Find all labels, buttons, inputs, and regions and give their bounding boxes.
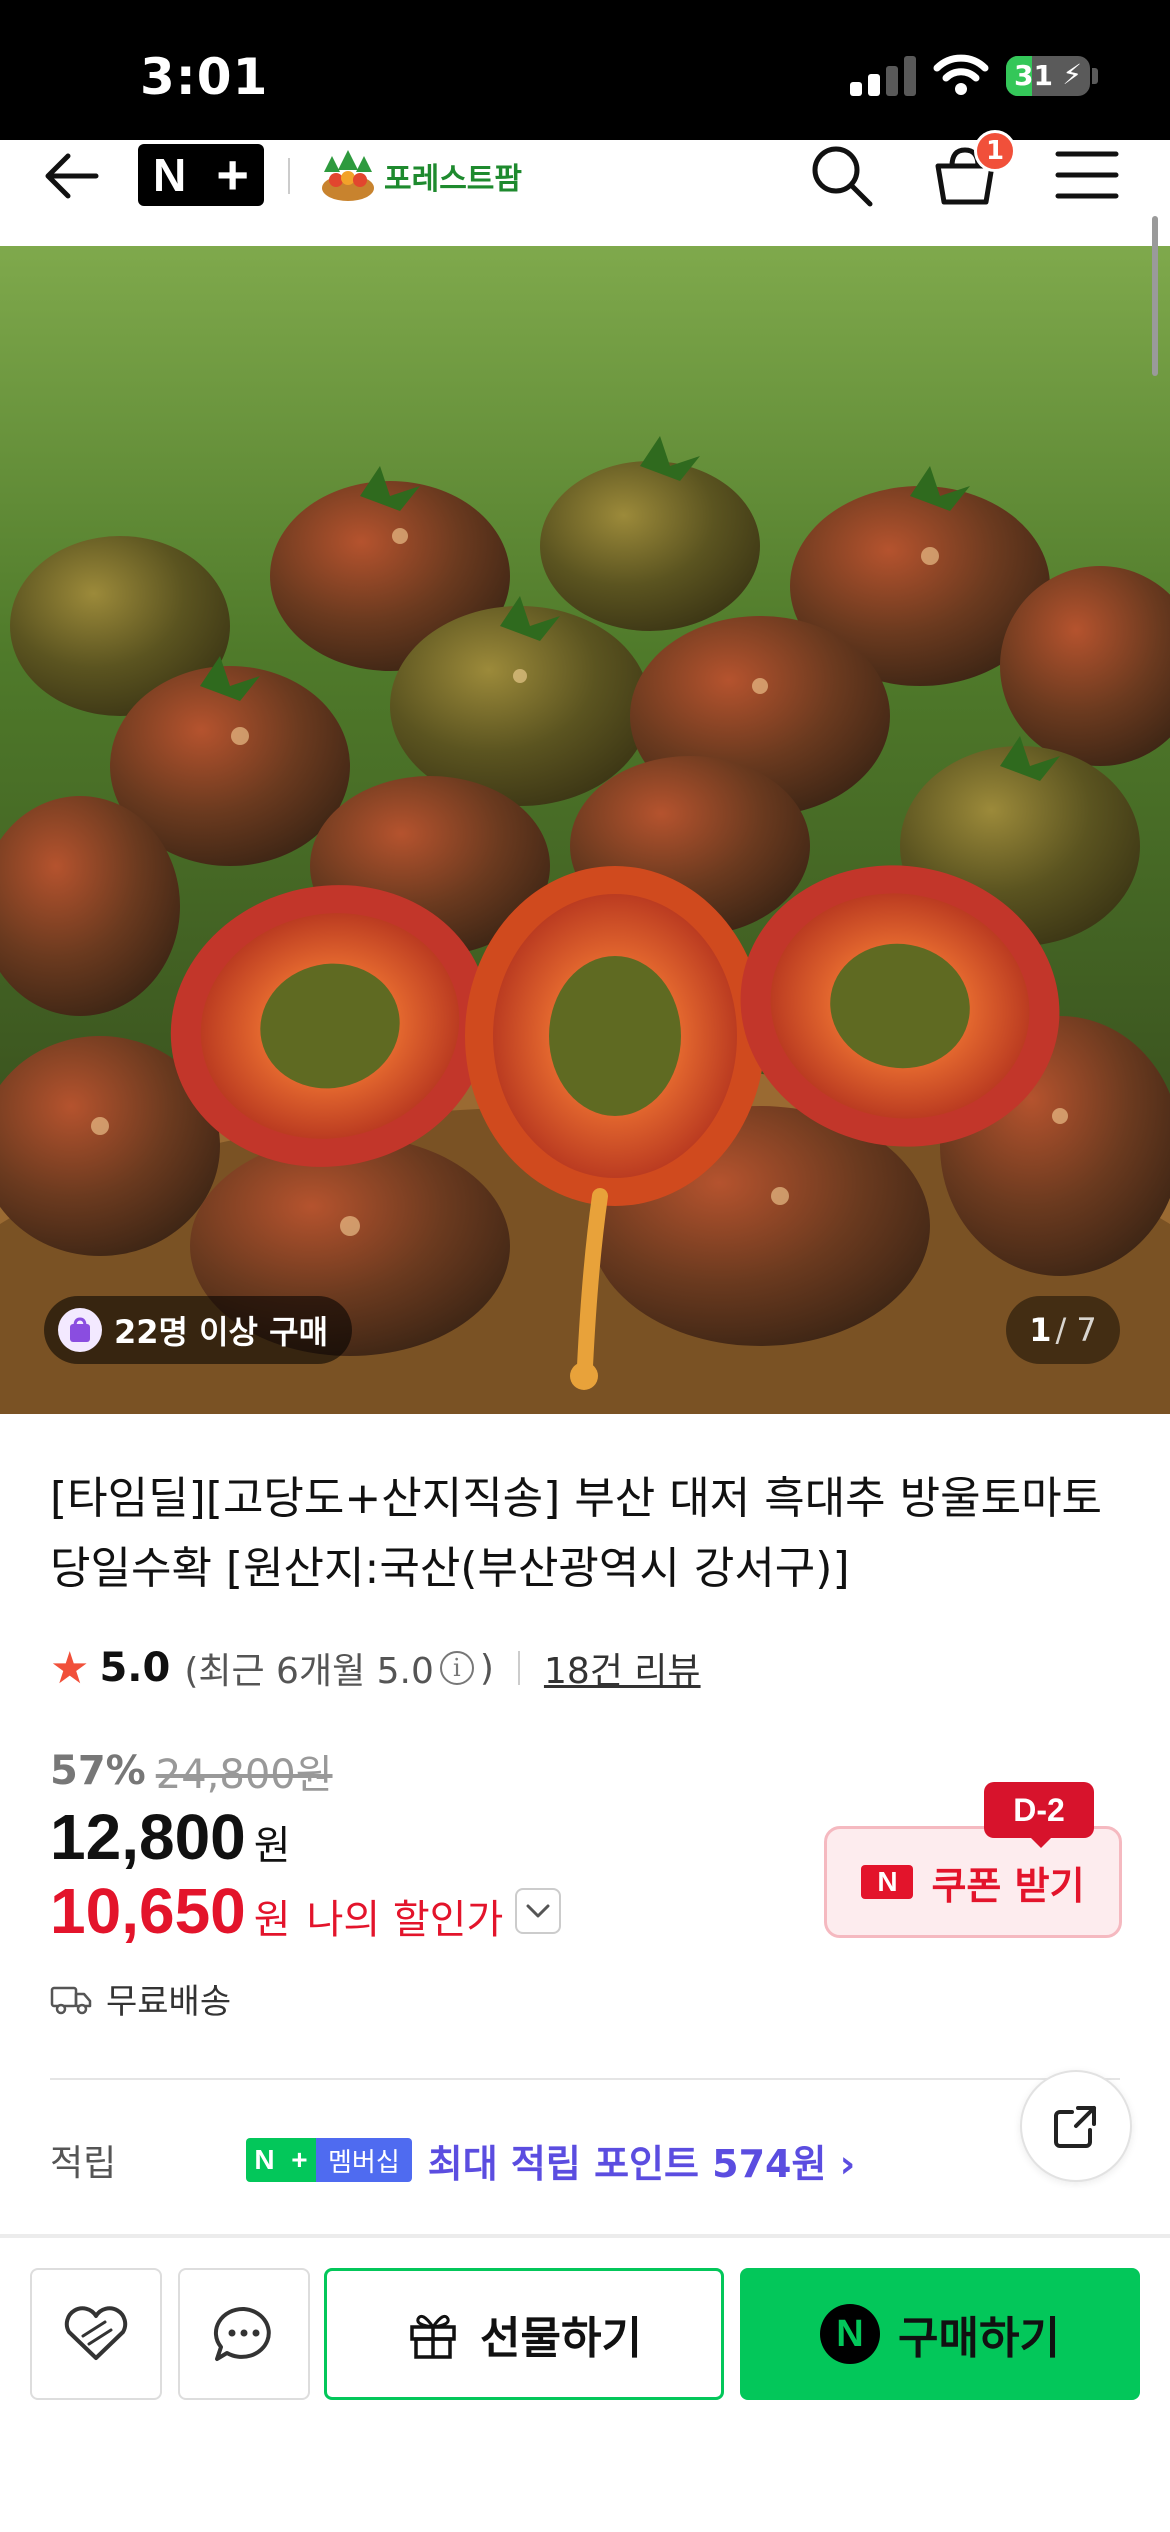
- rating-recent: (최근 6개월 5.0: [184, 1651, 434, 1692]
- back-arrow-icon[interactable]: [40, 144, 104, 208]
- buy-button[interactable]: N 구매하기: [740, 2268, 1140, 2400]
- sale-price: 12,800: [50, 1801, 246, 1873]
- gift-label: 선물하기: [480, 2313, 642, 2364]
- product-photo: [0, 246, 1170, 1414]
- section-divider: [50, 2078, 1120, 2080]
- coupon-download-button[interactable]: N 쿠폰 받기: [824, 1826, 1122, 1938]
- coupon-deadline-badge: D-2: [984, 1782, 1094, 1838]
- naver-plus-membership-logo: N +: [246, 2138, 316, 2182]
- my-discount-label: 나의 할인가: [306, 1897, 504, 1943]
- charging-bolt-icon: ⚡: [1062, 58, 1082, 91]
- naver-n-logo: N: [861, 1865, 914, 1899]
- share-icon: [1054, 2106, 1096, 2148]
- shipping-text: 무료배송: [106, 1982, 232, 2022]
- talktalk-button[interactable]: [178, 2268, 310, 2400]
- points-row[interactable]: 적립 N + 멤버십 최대 적립 포인트 574원 ›: [50, 2130, 1050, 2190]
- image-current-index: 1: [1029, 1311, 1052, 1349]
- image-counter: 1 / 7: [1006, 1296, 1120, 1364]
- rating-score: 5.0: [99, 1645, 171, 1691]
- discount-row: 57% 24,800원: [50, 1742, 333, 1800]
- info-icon[interactable]: i: [439, 1651, 474, 1685]
- membership-plus: +: [291, 2144, 308, 2175]
- status-bar: 3:01 31 ⚡: [0, 0, 1170, 140]
- shipping-info: 무료배송: [50, 1974, 231, 2023]
- store-name: 포레스트팜: [384, 162, 522, 197]
- my-discount-price-row: 10,650 원 나의 할인가: [50, 1874, 562, 1948]
- battery-nub: [1092, 68, 1098, 84]
- star-icon: ★: [50, 1642, 90, 1694]
- status-time: 3:01: [140, 48, 269, 106]
- top-navigation: N + 포레스트팜 1: [0, 130, 1170, 246]
- rating-separator: [517, 1651, 520, 1685]
- discount-percent: 57%: [50, 1748, 146, 1794]
- cellular-signal-icon: [850, 56, 916, 96]
- naver-plus-membership-badge: N + 멤버십: [246, 2138, 412, 2182]
- chevron-down-icon[interactable]: [515, 1888, 562, 1934]
- original-price: 24,800원: [155, 1752, 333, 1798]
- review-count-link[interactable]: 18건 리뷰: [544, 1642, 701, 1694]
- shopping-bag-icon: [58, 1308, 102, 1352]
- page-scrollbar[interactable]: [1152, 216, 1158, 376]
- max-points-text: 최대 적립 포인트 574원 ›: [427, 2141, 856, 2186]
- battery-level: 31: [1014, 59, 1053, 92]
- my-discount-price: 10,650: [50, 1875, 246, 1947]
- wifi-icon: [933, 54, 989, 95]
- membership-text: 멤버십: [316, 2138, 412, 2182]
- store-link[interactable]: 포레스트팜: [318, 140, 522, 212]
- rating-row: ★ 5.0 (최근 6개월 5.0 i ) 18건 리뷰: [50, 1642, 701, 1694]
- header-divider: [288, 158, 290, 194]
- menu-icon[interactable]: [1052, 140, 1122, 210]
- chat-bubble-icon: [213, 2306, 271, 2361]
- coupon-label: 쿠폰 받기: [931, 1863, 1085, 1908]
- membership-n: N: [254, 2144, 275, 2175]
- sale-price-unit: 원: [253, 1823, 291, 1869]
- my-discount-price-unit: 원: [253, 1897, 291, 1943]
- points-label: 적립: [50, 2143, 117, 2184]
- search-icon[interactable]: [806, 140, 876, 210]
- price-row: 12,800 원: [50, 1800, 291, 1874]
- gift-icon: [410, 2314, 456, 2359]
- bottom-bar-top-border: [0, 2234, 1170, 2238]
- naverpay-n-icon: N: [820, 2304, 881, 2364]
- gift-button[interactable]: 선물하기: [324, 2268, 724, 2400]
- store-logo-icon: [322, 150, 374, 201]
- product-image-gallery[interactable]: [0, 246, 1170, 1414]
- naver-plus-logo[interactable]: N +: [138, 144, 264, 206]
- delivery-truck-icon: [50, 1986, 92, 2014]
- buyers-count-text: 22명 이상 구매: [114, 1313, 329, 1351]
- rating-recent-close: ): [479, 1647, 494, 1689]
- battery-icon: 31 ⚡: [1006, 56, 1090, 96]
- product-title: [타임딜][고당도+산지직송] 부산 대저 흑대추 방울토마토 당일수확 [원산…: [50, 1473, 1103, 1594]
- cart-count-badge: 1: [974, 130, 1016, 172]
- buy-label: 구매하기: [898, 2313, 1060, 2364]
- coupon-deadline-badge-tail: [1029, 1836, 1053, 1848]
- heart-icon: [64, 2306, 128, 2360]
- wishlist-button[interactable]: [30, 2268, 162, 2400]
- image-total: / 7: [1055, 1311, 1097, 1349]
- buyers-count-badge: 22명 이상 구매: [44, 1296, 353, 1364]
- naver-plus-plus: +: [216, 143, 249, 206]
- naver-plus-n: N: [153, 149, 187, 201]
